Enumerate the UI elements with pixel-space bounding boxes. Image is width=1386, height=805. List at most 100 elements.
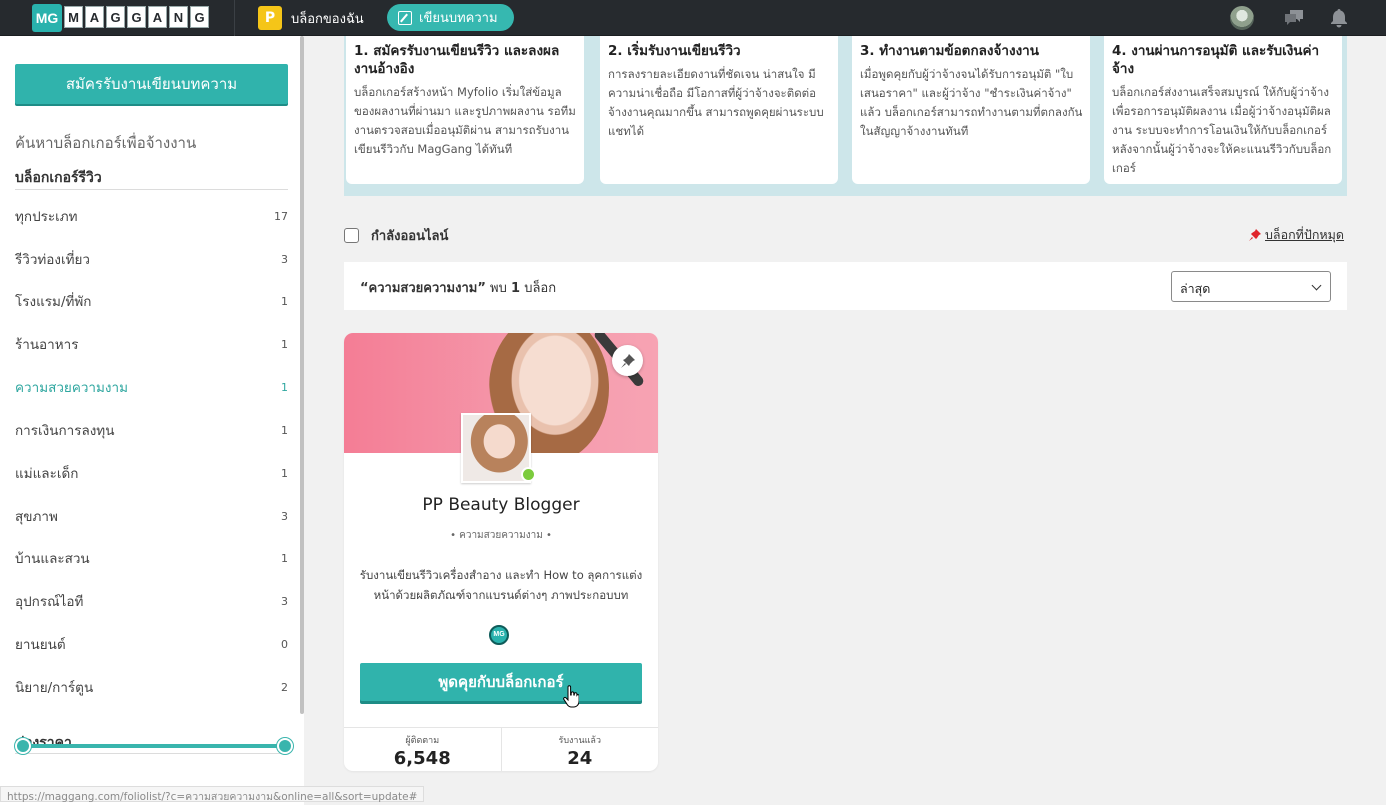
user-avatar[interactable] — [1230, 6, 1254, 30]
results-found-prefix: พบ — [490, 281, 507, 296]
section-divider — [15, 189, 288, 190]
how-it-works-steps: 1. สมัครรับงานเขียนรีวิว และลงผลงานอ้างอ… — [344, 36, 1347, 196]
category-name: ยานยนต์ — [15, 637, 66, 653]
category-count: 3 — [281, 509, 288, 523]
blogger-name[interactable]: PP Beauty Blogger — [344, 495, 658, 515]
online-filter[interactable]: กำลังออนไลน์ — [344, 226, 448, 244]
write-article-button[interactable]: เขียนบทความ — [387, 4, 514, 31]
category-count: 1 — [281, 466, 288, 480]
step-text: เมื่อพูดคุยกับผู้ว่าจ้างจนได้รับการอนุมั… — [860, 67, 1083, 138]
category-count: 1 — [281, 294, 288, 308]
category-item-novel-cartoon[interactable]: นิยาย/การ์ตูน 2 — [15, 675, 288, 699]
logo-mark-icon: MG — [32, 4, 62, 32]
followers-stat: ผู้ติดตาม 6,548 — [344, 728, 501, 771]
find-blogger-label: ค้นหาบล็อกเกอร์เพื่อจ้างงาน — [15, 134, 197, 152]
category-count: 3 — [281, 252, 288, 266]
category-item-finance[interactable]: การเงินการลงทุน 1 — [15, 418, 288, 442]
sort-select[interactable]: ล่าสุด — [1171, 271, 1331, 302]
category-item-beauty[interactable]: ความสวยความงาม 1 — [15, 375, 288, 399]
blogger-card[interactable]: PP Beauty Blogger • ความสวยความงาม • รับ… — [344, 333, 658, 771]
step-text: บล็อกเกอร์ส่งงานเสร็จสมบูรณ์ ให้กับผู้ว่… — [1112, 85, 1332, 175]
blogger-category: • ความสวยความงาม • — [450, 530, 552, 541]
jobs-label: รับงานแล้ว — [558, 736, 602, 746]
category-name: โรงแรม/ที่พัก — [15, 294, 92, 310]
pinned-blogs-label: บล็อกที่ปักหมุด — [1265, 227, 1345, 242]
blogger-description: รับงานเขียนรีวิวเครื่องสำอาง และทำ How t… — [359, 568, 643, 602]
pinned-blogs-link[interactable]: บล็อกที่ปักหมุด — [1248, 226, 1344, 244]
category-item-home-garden[interactable]: บ้านและสวน 1 — [15, 546, 288, 570]
category-name: รีวิวท่องเที่ยว — [15, 252, 91, 268]
price-min-handle[interactable] — [15, 738, 31, 754]
category-name: ความสวยความงาม — [15, 380, 128, 396]
category-item-all[interactable]: ทุกประเภท 17 — [15, 204, 288, 228]
category-name: บ้านและสวน — [15, 551, 90, 567]
top-divider — [234, 0, 235, 36]
logo-wordmark: M A G G A N G — [64, 6, 209, 30]
step-card: 2. เริ่มรับงานเขียนรีวิว การลงรายละเอียด… — [600, 36, 838, 184]
edit-icon — [398, 10, 412, 25]
logo-letter: N — [169, 6, 188, 28]
reviewers-section-title: บล็อกเกอร์รีวิว — [15, 170, 102, 186]
online-checkbox[interactable] — [344, 227, 359, 243]
category-item-automotive[interactable]: ยานยนต์ 0 — [15, 632, 288, 656]
apply-writer-button[interactable]: สมัครรับงานเขียนบทความ — [15, 64, 288, 104]
maggang-badge-icon: MG — [489, 625, 509, 645]
category-count: 1 — [281, 423, 288, 437]
logo-letter: A — [85, 6, 104, 28]
step-card: 4. งานผ่านการอนุมัติ และรับเงินค่าจ้าง บ… — [1104, 36, 1342, 184]
sidebar: สมัครรับงานเขียนบทความ ค้นหาบล็อกเกอร์เพ… — [0, 36, 304, 805]
category-count: 3 — [281, 594, 288, 608]
followers-value: 6,548 — [393, 748, 451, 769]
blogger-stats: ผู้ติดตาม 6,548 รับงานแล้ว 24 — [344, 727, 658, 771]
category-name: แม่และเด็ก — [15, 466, 79, 482]
category-name: ร้านอาหาร — [15, 337, 79, 353]
step-card: 1. สมัครรับงานเขียนรีวิว และลงผลงานอ้างอ… — [346, 36, 584, 184]
bell-icon[interactable] — [1330, 8, 1348, 28]
pushpin-icon — [1249, 229, 1261, 241]
top-bar: MG M A G G A N G P บล็อกของฉัน เขียนบทคว… — [0, 0, 1386, 36]
category-count: 17 — [274, 209, 288, 223]
step-text: การลงรายละเอียดงานที่ชัดเจน น่าสนใจ มีคว… — [608, 67, 824, 138]
category-name: อุปกรณ์ไอที — [15, 594, 84, 610]
logo-letter: G — [106, 6, 125, 28]
chat-bubbles-icon[interactable] — [1283, 9, 1305, 27]
my-blog-link[interactable]: P บล็อกของฉัน — [258, 6, 364, 30]
category-item-it-devices[interactable]: อุปกรณ์ไอที 3 — [15, 589, 288, 613]
sort-value: ล่าสุด — [1180, 281, 1211, 296]
logo-letter: A — [148, 6, 167, 28]
category-item-restaurant[interactable]: ร้านอาหาร 1 — [15, 332, 288, 356]
logo-letter: M — [64, 6, 83, 28]
price-max-handle[interactable] — [277, 738, 293, 754]
chevron-down-icon — [1311, 280, 1322, 291]
category-item-health[interactable]: สุขภาพ 3 — [15, 504, 288, 528]
category-name: นิยาย/การ์ตูน — [15, 680, 94, 696]
results-query: “ความสวยความงาม” — [360, 281, 486, 296]
category-name: สุขภาพ — [15, 509, 58, 525]
hand-cursor-icon — [563, 685, 579, 708]
online-label: กำลังออนไลน์ — [371, 228, 449, 244]
step-title: 4. งานผ่านการอนุมัติ และรับเงินค่าจ้าง — [1112, 43, 1320, 77]
category-item-mom-kids[interactable]: แม่และเด็ก 1 — [15, 461, 288, 485]
online-status-dot — [521, 467, 536, 482]
price-range-track[interactable] — [22, 744, 285, 748]
section-divider — [15, 753, 288, 754]
category-item-travel[interactable]: รีวิวท่องเที่ยว 3 — [15, 247, 288, 271]
my-blog-avatar: P — [258, 6, 282, 30]
category-count: 1 — [281, 337, 288, 351]
results-bar: “ความสวยความงาม” พบ 1 บล็อก ล่าสุด — [344, 262, 1347, 310]
logo-letter: G — [190, 6, 209, 28]
pushpin-icon — [620, 353, 635, 368]
sidebar-scrollbar[interactable] — [300, 36, 304, 714]
chat-with-blogger-button[interactable]: พูดคุยกับบล็อกเกอร์ — [360, 663, 642, 701]
category-name: ทุกประเภท — [15, 209, 78, 225]
maggang-logo[interactable]: MG M A G G A N G — [32, 3, 218, 32]
category-count: 2 — [281, 680, 288, 694]
my-blog-label: บล็อกของฉัน — [291, 11, 364, 27]
pin-blog-button[interactable] — [612, 345, 643, 376]
status-bar-url: https://maggang.com/foliolist/?c=ความสวย… — [0, 786, 425, 803]
write-article-label: เขียนบทความ — [419, 11, 498, 26]
category-item-hotel[interactable]: โรงแรม/ที่พัก 1 — [15, 289, 288, 313]
step-card: 3. ทำงานตามข้อตกลงจ้างงาน เมื่อพูดคุยกับ… — [852, 36, 1090, 184]
step-title: 1. สมัครรับงานเขียนรีวิว และลงผลงานอ้างอ… — [354, 43, 560, 77]
results-summary: “ความสวยความงาม” พบ 1 บล็อก — [360, 277, 556, 298]
